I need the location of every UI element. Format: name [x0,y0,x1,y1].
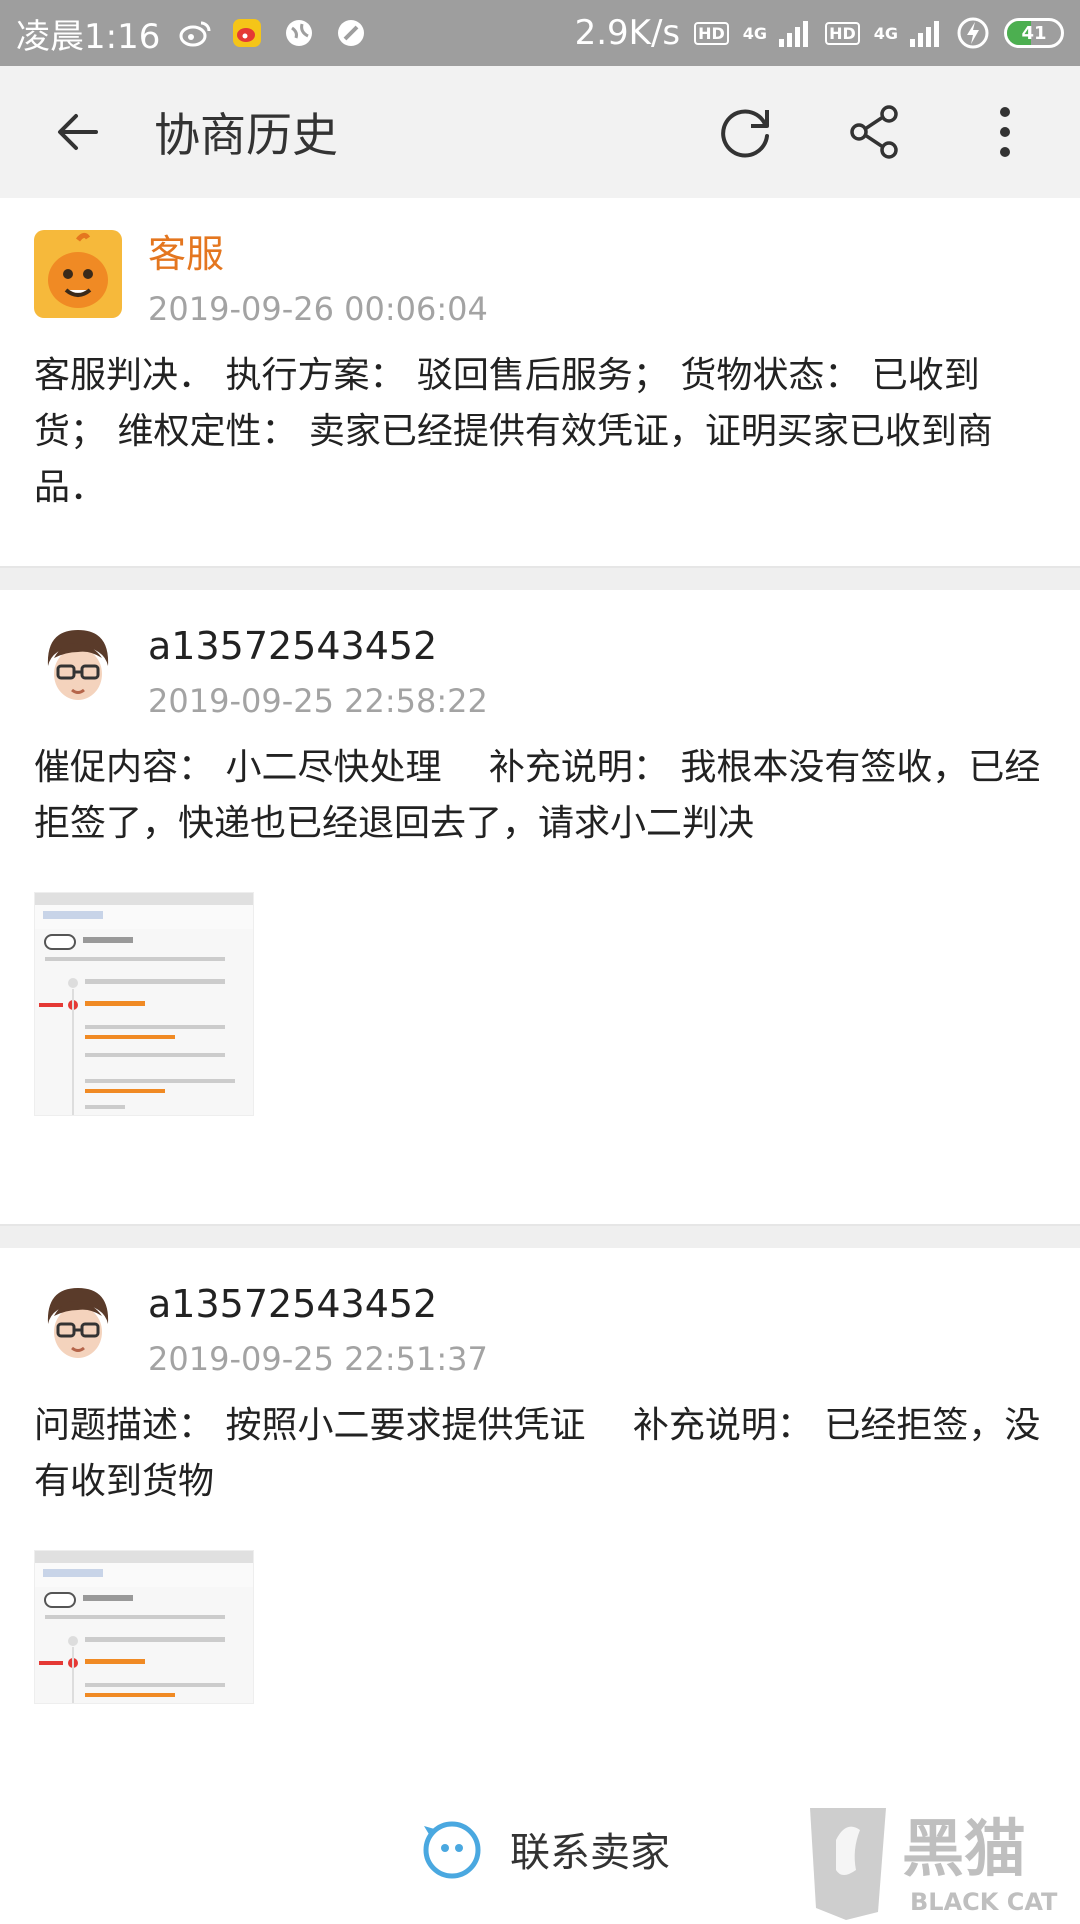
back-arrow-icon [58,114,98,150]
watermark-text-en: BLACK CAT [910,1888,1058,1916]
contact-seller-label: 联系卖家 [510,1830,670,1876]
network-type: 4G [742,23,768,43]
attachment-thumbnail[interactable] [34,1550,254,1704]
weibo-icon [178,16,212,50]
avatar [34,230,122,318]
status-time: 凌晨1:16 [16,16,161,57]
hd-badge-2: HD [825,21,860,45]
weibo-app-icon [230,16,264,50]
entry-timestamp: 2019-09-25 22:51:37 [148,1340,488,1378]
author-name: a13572543452 [148,1282,438,1326]
signal-icon-2 [908,16,942,50]
attachment-thumbnail[interactable] [34,892,254,1116]
entry-message: 问题描述： 按照小二要求提供凭证 补充说明： 已经拒签，没有收到货物 [34,1405,1041,1502]
contact-seller-button[interactable]: 联系卖家 [420,1818,670,1880]
network-speed: 2.9K/s [574,13,681,53]
entry-message: 催促内容： 小二尽快处理 补充说明： 我根本没有签收，已经拒签了，快递也已经退回… [34,747,1041,844]
refresh-button[interactable] [690,77,800,187]
avatar [34,1280,122,1368]
page-title: 协商历史 [154,108,338,162]
signal-icon [777,16,811,50]
divider [0,1224,1080,1248]
history-entry: a13572543452 2019-09-25 22:58:22 催促内容： 小… [0,590,1080,1224]
more-vertical-icon [1000,107,1010,157]
status-bar: 凌晨1:16 2.9K/s HD 4G HD 4G 41 [0,0,1080,66]
author-name: 客服 [148,232,225,276]
battery-icon: 41 [1004,18,1064,48]
battery-level: 41 [1021,22,1047,44]
avatar [34,622,122,710]
back-button[interactable] [28,82,128,182]
entry-timestamp: 2019-09-26 00:06:04 [148,290,488,328]
app-bar: 协商历史 [0,66,1080,198]
black-cat-watermark: 黑猫 BLACK CAT [806,1800,1080,1920]
entry-message: 客服判决． 执行方案： 驳回售后服务； 货物状态： 已收到货； 维权定性： 卖家… [34,355,993,508]
watermark-text-cn: 黑猫 [902,1812,1026,1885]
charging-icon [956,16,990,50]
blocked-icon [334,16,368,50]
share-icon [850,105,898,159]
author-name: a13572543452 [148,624,438,668]
refresh-icon [721,109,769,158]
network-type-2: 4G [873,23,898,43]
share-button[interactable] [820,77,930,187]
entry-timestamp: 2019-09-25 22:58:22 [148,682,488,720]
hd-badge: HD [694,21,729,45]
globe-icon [282,16,316,50]
chat-bubble-icon [423,1821,481,1879]
history-entry: 客服 2019-09-26 00:06:04 客服判决． 执行方案： 驳回售后服… [0,198,1080,566]
more-button[interactable] [950,77,1060,187]
history-entry: a13572543452 2019-09-25 22:51:37 问题描述： 按… [0,1248,1080,1848]
divider [0,566,1080,590]
negotiation-history-list: 客服 2019-09-26 00:06:04 客服判决． 执行方案： 驳回售后服… [0,198,1080,1848]
